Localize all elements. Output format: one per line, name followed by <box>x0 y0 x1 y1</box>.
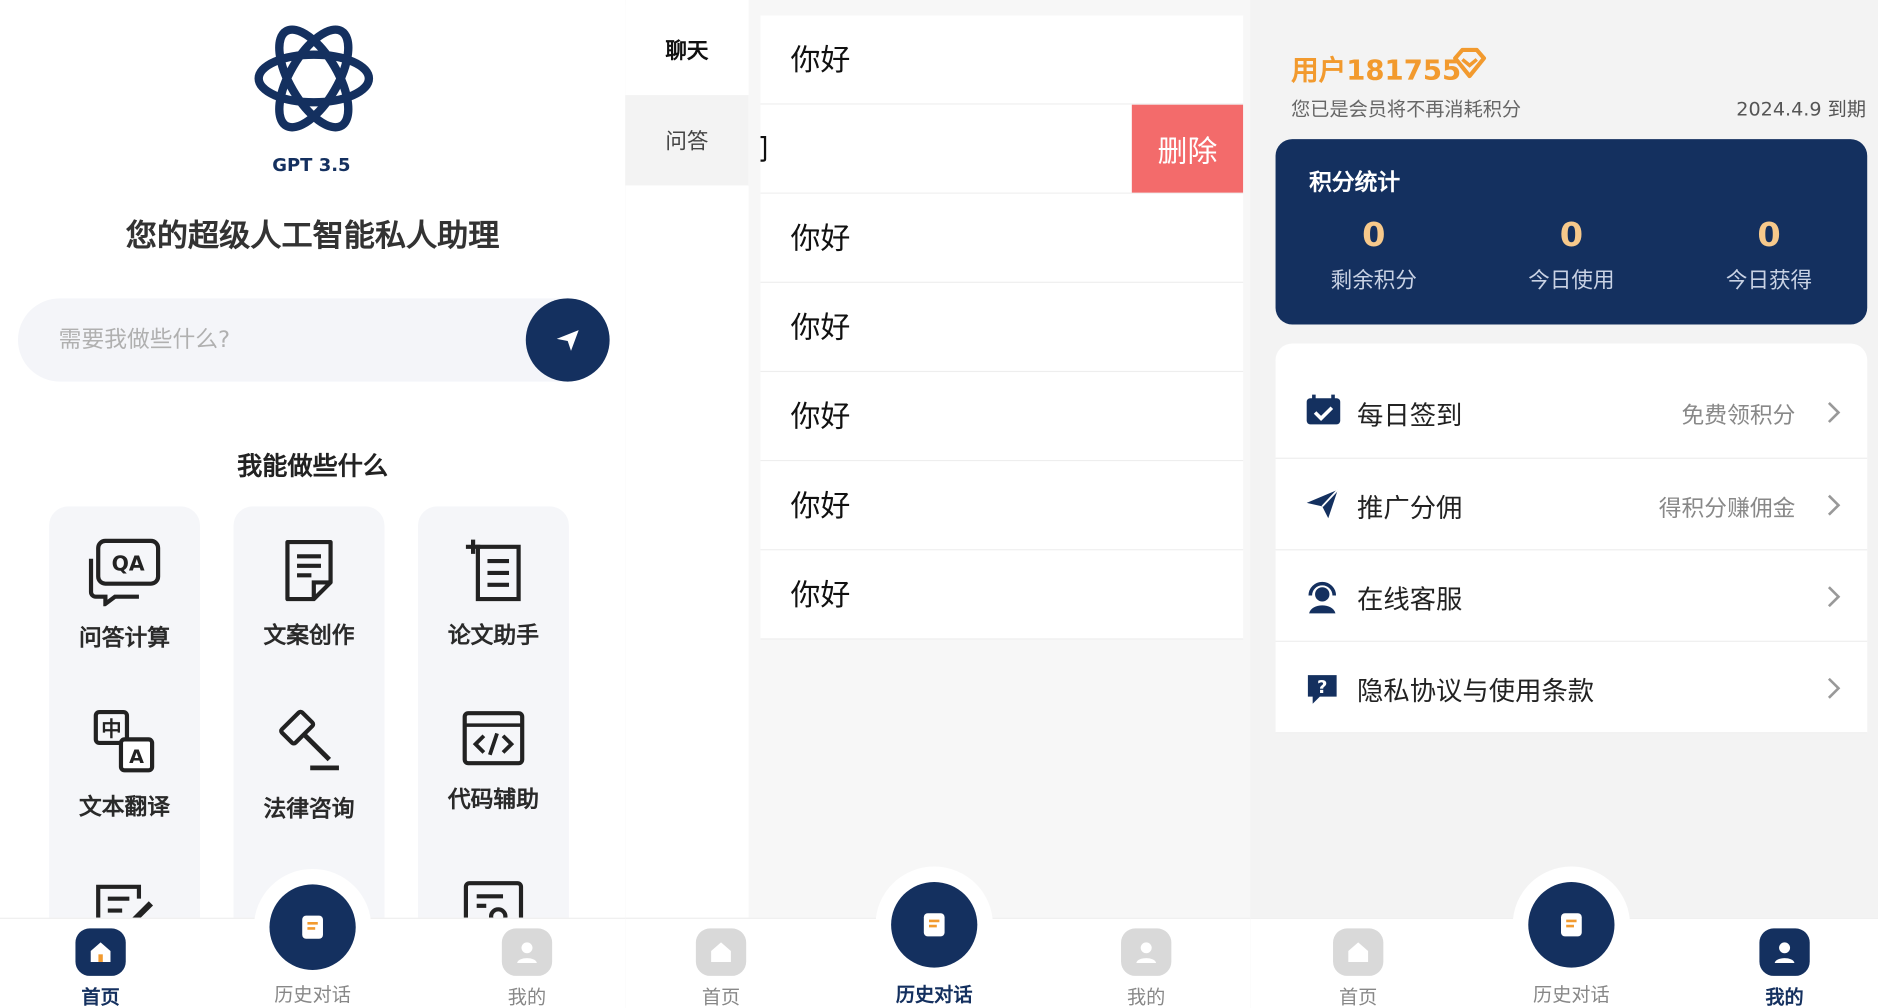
tab-label: 历史对话 <box>895 983 973 1006</box>
send-button[interactable] <box>525 298 610 382</box>
chat-item[interactable]: 问 删除 <box>760 104 1244 194</box>
history-sidebar: 聊天 问答 <box>625 0 749 918</box>
chat-list: 你好 问 删除 你好 你好 你好 你好 你好 <box>760 15 1244 640</box>
translate-icon: 中 A <box>93 709 155 773</box>
headset-agent-icon <box>1308 581 1337 614</box>
code-window-icon <box>462 711 525 766</box>
history-chat-icon <box>891 882 978 968</box>
model-version-label: GPT 3.5 <box>272 154 351 176</box>
points-stats-card: 积分统计 0 剩余积分 0 今日使用 0 今日获得 <box>1275 139 1868 325</box>
feature-label: 文本翻译 <box>79 794 171 821</box>
section-title: 我能做些什么 <box>237 451 389 481</box>
tab-bar: 首页 历史对话 我的 <box>1250 866 1878 1008</box>
history-chat-icon <box>1528 882 1615 968</box>
member-status: 您已是会员将不再消耗积分 <box>1291 97 1522 121</box>
vip-diamond-icon <box>1453 47 1487 79</box>
stat-remaining: 0 剩余积分 <box>1330 215 1417 294</box>
profile-screen: 用户181755 您已是会员将不再消耗积分 2024.4.9 到期 积分统计 0… <box>1250 0 1878 1008</box>
tab-label: 首页 <box>701 985 741 1008</box>
home-icon <box>1333 928 1384 976</box>
search-input[interactable] <box>41 298 521 382</box>
feature-translate[interactable]: 中 A 文本翻译 <box>49 680 200 835</box>
feature-paper[interactable]: 论文助手 <box>418 509 569 664</box>
chevron-right-icon <box>1827 586 1841 608</box>
chat-item[interactable]: 你好 <box>760 282 1244 373</box>
user-icon <box>1759 928 1810 976</box>
menu-item-support[interactable]: 在线客服 <box>1275 550 1868 642</box>
stat-used-today: 0 今日使用 <box>1528 215 1615 294</box>
tab-history[interactable] <box>875 866 993 984</box>
feature-label: 问答计算 <box>79 625 171 652</box>
chevron-right-icon <box>1827 402 1841 423</box>
feature-qa[interactable]: QA 问答计算 <box>49 509 200 664</box>
membership-expiry: 2024.4.9 到期 <box>1736 97 1867 121</box>
openai-logo-icon <box>254 25 374 132</box>
history-screen: 聊天 问答 你好 问 删除 你好 你好 你好 你好 你好 首页 历史对话 <box>625 0 1251 1008</box>
page-title: 您的超级人工智能私人助理 <box>125 218 500 255</box>
menu-item-referral[interactable]: 推广分佣 得积分赚佣金 <box>1275 459 1868 551</box>
chevron-right-icon <box>1827 494 1841 516</box>
svg-text:A: A <box>129 745 144 768</box>
tab-label: 我的 <box>507 985 547 1008</box>
svg-text:?: ? <box>1317 677 1327 698</box>
tab-bar: 首页 历史对话 我的 <box>0 868 626 1008</box>
menu-item-privacy[interactable]: ? 隐私协议与使用条款 <box>1275 642 1868 734</box>
chat-item[interactable]: 你好 <box>760 372 1244 462</box>
feature-label: 代码辅助 <box>447 786 539 814</box>
tab-history[interactable] <box>253 868 372 986</box>
send-icon <box>556 330 579 351</box>
search-bar <box>17 298 610 382</box>
tab-label: 我的 <box>1127 985 1166 1008</box>
tab-home[interactable]: 首页 <box>1286 919 1430 1008</box>
feature-label: 法律咨询 <box>263 796 355 823</box>
feature-code[interactable]: 代码辅助 <box>418 680 569 835</box>
tab-home[interactable]: 首页 <box>29 919 173 1008</box>
tab-mine[interactable]: 我的 <box>455 919 599 1008</box>
calendar-check-icon <box>1306 394 1341 425</box>
tab-label: 我的 <box>1765 985 1804 1008</box>
history-chat-icon <box>269 884 356 970</box>
gavel-icon <box>279 709 339 771</box>
sidebar-item-qa[interactable]: 问答 <box>625 95 749 186</box>
home-icon <box>695 928 747 976</box>
tab-label: 历史对话 <box>274 983 351 1006</box>
profile-menu: 每日签到 免费领积分 推广分佣 得积分赚佣金 在线客服 ? 隐私协议与使用条款 <box>1275 343 1868 734</box>
tab-bar: 首页 历史对话 我的 <box>625 866 1251 1008</box>
feature-legal[interactable]: 法律咨询 <box>234 680 385 835</box>
paper-plane-icon <box>1306 489 1339 519</box>
svg-text:中: 中 <box>101 717 121 741</box>
chat-item[interactable]: 你好 <box>760 15 1244 105</box>
user-icon <box>1121 928 1172 976</box>
tab-label: 首页 <box>81 985 120 1008</box>
chat-item[interactable]: 你好 <box>760 461 1244 551</box>
sidebar-item-chat[interactable]: 聊天 <box>625 4 749 96</box>
chat-item[interactable]: 你好 <box>760 550 1244 640</box>
feature-copywriting[interactable]: 文案创作 <box>234 509 385 664</box>
tab-mine[interactable]: 我的 <box>1713 919 1857 1008</box>
tab-label: 历史对话 <box>1533 983 1610 1006</box>
help-bubble-icon: ? <box>1307 675 1337 704</box>
user-icon <box>501 928 553 976</box>
feature-label: 文案创作 <box>263 622 355 650</box>
qa-chat-icon: QA <box>88 538 161 607</box>
tab-history[interactable] <box>1512 866 1631 984</box>
tab-mine[interactable]: 我的 <box>1074 919 1218 1008</box>
stat-earned-today: 0 今日获得 <box>1725 215 1813 294</box>
feature-label: 论文助手 <box>447 622 539 650</box>
stats-title: 积分统计 <box>1309 169 1401 197</box>
home-screen: GPT 3.5 您的超级人工智能私人助理 我能做些什么 QA 问答计算 文案创作 <box>0 0 626 1008</box>
tab-home[interactable]: 首页 <box>649 919 793 1008</box>
username: 用户181755 <box>1291 55 1462 87</box>
menu-item-checkin[interactable]: 每日签到 免费领积分 <box>1275 344 1868 459</box>
chevron-right-icon <box>1827 677 1841 699</box>
svg-text:QA: QA <box>112 552 145 576</box>
paper-list-icon <box>465 539 521 602</box>
document-icon <box>285 539 333 602</box>
delete-button[interactable]: 删除 <box>1131 104 1244 193</box>
tab-label: 首页 <box>1339 985 1378 1008</box>
home-icon <box>75 928 126 976</box>
chat-item[interactable]: 你好 <box>760 193 1244 283</box>
